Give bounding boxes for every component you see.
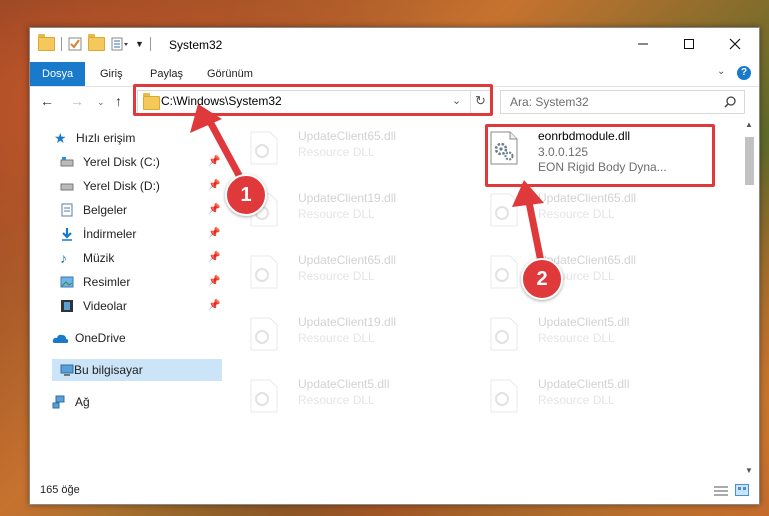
help-icon[interactable]: ? — [737, 66, 751, 80]
pin-icon[interactable]: 📌 — [208, 247, 220, 269]
properties-icon[interactable] — [68, 37, 82, 51]
callout-step-2: 2 — [521, 258, 563, 300]
dll-file-icon — [250, 131, 278, 165]
title-bar: ▼ System32 — [30, 28, 759, 62]
dll-file-icon — [490, 255, 518, 289]
item-count: 165 öğe — [40, 484, 80, 496]
sidebar-item-local-disk-d[interactable]: Yerel Disk (D:) 📌 — [30, 175, 222, 197]
file-item[interactable]: UpdateClient5.dll Resource DLL — [466, 369, 686, 421]
music-note-icon: ♪ — [60, 250, 67, 266]
minimize-icon — [638, 43, 648, 45]
divider — [61, 37, 62, 51]
sidebar-item-local-disk-c[interactable]: Yerel Disk (C:) 📌 — [30, 151, 222, 173]
star-icon: ★ — [54, 130, 67, 146]
pin-icon[interactable]: 📌 — [208, 175, 220, 197]
sidebar-item-network[interactable]: Ağ — [30, 391, 222, 413]
file-highlight — [485, 124, 715, 187]
film-icon — [61, 300, 73, 312]
dll-file-icon — [250, 255, 278, 289]
new-folder-icon[interactable] — [88, 34, 105, 51]
cloud-icon — [52, 334, 69, 343]
computer-icon — [60, 364, 74, 376]
close-icon — [729, 38, 741, 50]
file-item[interactable]: UpdateClient65.dll Resource DLL — [466, 245, 686, 297]
scroll-down-icon[interactable]: ▼ — [745, 466, 753, 475]
status-bar: 165 öğe — [30, 477, 759, 503]
sidebar-item-onedrive[interactable]: OneDrive — [30, 327, 222, 349]
recent-locations-icon[interactable]: ⌄ — [97, 97, 105, 108]
dll-file-icon — [490, 193, 518, 227]
file-item[interactable]: UpdateClient5.dll Resource DLL — [226, 369, 446, 421]
drive-icon — [60, 183, 74, 191]
details-view-icon[interactable] — [713, 485, 729, 497]
dll-file-icon — [250, 379, 278, 413]
tab-view[interactable]: Görünüm — [207, 62, 253, 86]
chevron-down-icon[interactable]: ▼ — [135, 39, 144, 49]
maximize-icon — [684, 39, 694, 49]
sidebar-item-downloads[interactable]: İndirmeler 📌 — [30, 223, 222, 245]
sidebar-item-music[interactable]: ♪ Müzik 📌 — [30, 247, 222, 269]
file-item[interactable]: UpdateClient65.dll Resource DLL — [466, 183, 686, 235]
forward-arrow-icon[interactable]: → — [70, 93, 84, 109]
pin-icon[interactable]: 📌 — [208, 151, 220, 173]
back-arrow-icon[interactable]: ← — [40, 93, 54, 109]
pin-icon[interactable]: 📌 — [208, 295, 220, 317]
window-title: System32 — [169, 38, 223, 52]
file-item[interactable]: UpdateClient65.dll Resource DLL — [226, 121, 446, 173]
customize-toolbar-icon[interactable] — [111, 37, 129, 51]
pin-icon[interactable]: 📌 — [208, 199, 220, 221]
download-icon — [62, 228, 72, 241]
large-icons-view-icon[interactable] — [735, 484, 749, 496]
scroll-up-icon[interactable]: ▲ — [745, 120, 753, 129]
pin-icon[interactable]: 📌 — [208, 271, 220, 293]
maximize-button[interactable] — [666, 28, 712, 60]
file-item[interactable]: UpdateClient5.dll Resource DLL — [466, 307, 686, 359]
pin-icon[interactable]: 📌 — [208, 223, 220, 245]
close-button[interactable] — [712, 28, 758, 60]
vertical-scrollbar[interactable]: ▲ ▼ — [742, 120, 756, 478]
search-input[interactable]: Ara: System32 — [500, 90, 745, 114]
tab-home[interactable]: Giriş — [100, 62, 123, 86]
sidebar-item-this-pc[interactable]: Bu bilgisayar — [52, 359, 222, 381]
sidebar-item-videos[interactable]: Videolar 📌 — [30, 295, 222, 317]
folder-icon — [38, 34, 55, 51]
sidebar-item-quick-access[interactable]: ★ Hızlı erişim — [30, 127, 222, 149]
callout-step-1: 1 — [225, 174, 267, 216]
network-icon — [52, 395, 65, 409]
sidebar-item-documents[interactable]: Belgeler 📌 — [30, 199, 222, 221]
document-icon — [61, 203, 73, 217]
pictures-icon — [60, 276, 74, 288]
dll-file-icon — [490, 317, 518, 351]
minimize-button[interactable] — [620, 28, 666, 60]
up-arrow-icon[interactable]: ↑ — [115, 93, 122, 109]
dll-file-icon — [250, 317, 278, 351]
address-bar-highlight — [133, 84, 493, 116]
search-icon[interactable] — [724, 96, 736, 108]
divider — [149, 37, 151, 51]
navigation-pane: ★ Hızlı erişim Yerel Disk (C:) 📌 Yerel D… — [30, 124, 222, 474]
scrollbar-thumb[interactable] — [745, 137, 754, 185]
dll-file-icon — [490, 379, 518, 413]
file-item[interactable]: UpdateClient19.dll Resource DLL — [226, 307, 446, 359]
drive-icon — [60, 157, 74, 167]
tab-file[interactable]: Dosya — [30, 62, 86, 86]
expand-ribbon-icon[interactable]: ⌄ — [717, 66, 725, 77]
quick-access-toolbar: ▼ — [38, 34, 151, 51]
tab-share[interactable]: Paylaş — [150, 62, 183, 86]
search-placeholder: Ara: System32 — [510, 95, 589, 109]
file-item[interactable]: UpdateClient65.dll Resource DLL — [226, 245, 446, 297]
sidebar-item-pictures[interactable]: Resimler 📌 — [30, 271, 222, 293]
